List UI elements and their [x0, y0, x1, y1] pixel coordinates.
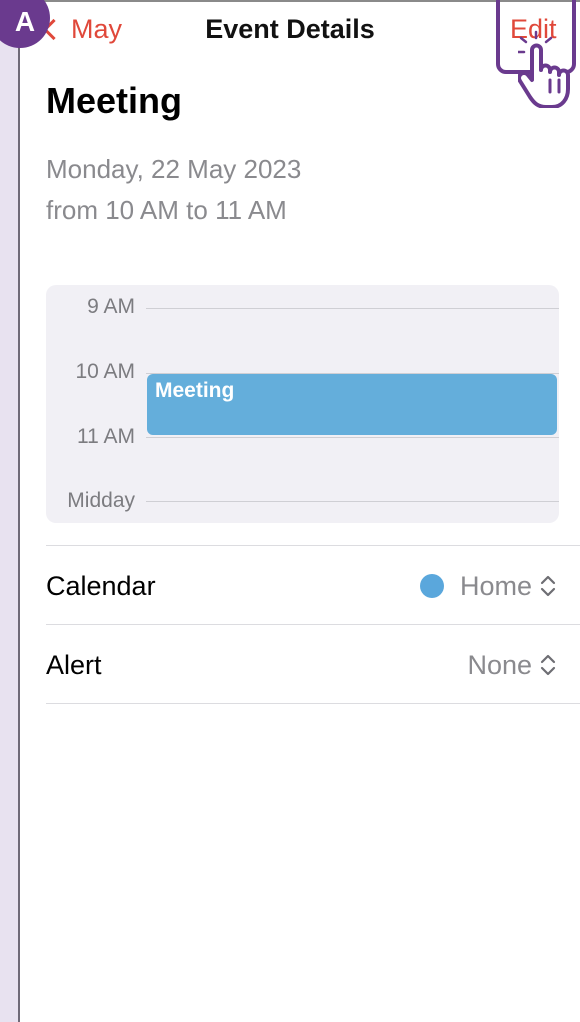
day-preview: 9 AM 10 AM 11 AM Midday Meeting: [46, 285, 559, 523]
chevron-up-down-icon: [540, 575, 556, 597]
hour-line: [146, 308, 559, 309]
event-block[interactable]: Meeting: [147, 374, 557, 435]
alert-row[interactable]: Alert None: [46, 626, 580, 704]
event-details-screen: A May Event Details Edit Meeting Monday,…: [0, 0, 580, 1022]
hour-label: 11 AM: [77, 425, 135, 448]
calendar-picker[interactable]: Home: [419, 570, 556, 602]
divider: [46, 624, 580, 625]
event-date: Monday, 22 May 2023: [46, 154, 302, 184]
calendar-label: Calendar: [46, 570, 156, 601]
divider: [46, 545, 580, 546]
calendar-value: Home: [459, 570, 532, 601]
chevron-up-down-icon: [540, 654, 556, 676]
page-title: Event Details: [205, 14, 375, 44]
hour-line: [146, 437, 559, 438]
hour-label: 9 AM: [87, 295, 135, 318]
calendar-row[interactable]: Calendar Home: [46, 547, 580, 625]
hour-label: Midday: [67, 489, 135, 512]
hand-pointer-icon: [518, 30, 570, 108]
divider: [46, 703, 580, 704]
alert-label: Alert: [46, 649, 102, 680]
hour-line: [146, 501, 559, 502]
calendar-color-dot: [419, 574, 444, 598]
side-strip: [0, 0, 20, 1022]
hour-label: 10 AM: [75, 360, 135, 383]
alert-value: None: [467, 649, 532, 680]
event-title: Meeting: [46, 80, 183, 121]
event-time-range: from 10 AM to 11 AM: [46, 195, 287, 225]
alert-picker[interactable]: None: [467, 650, 556, 681]
